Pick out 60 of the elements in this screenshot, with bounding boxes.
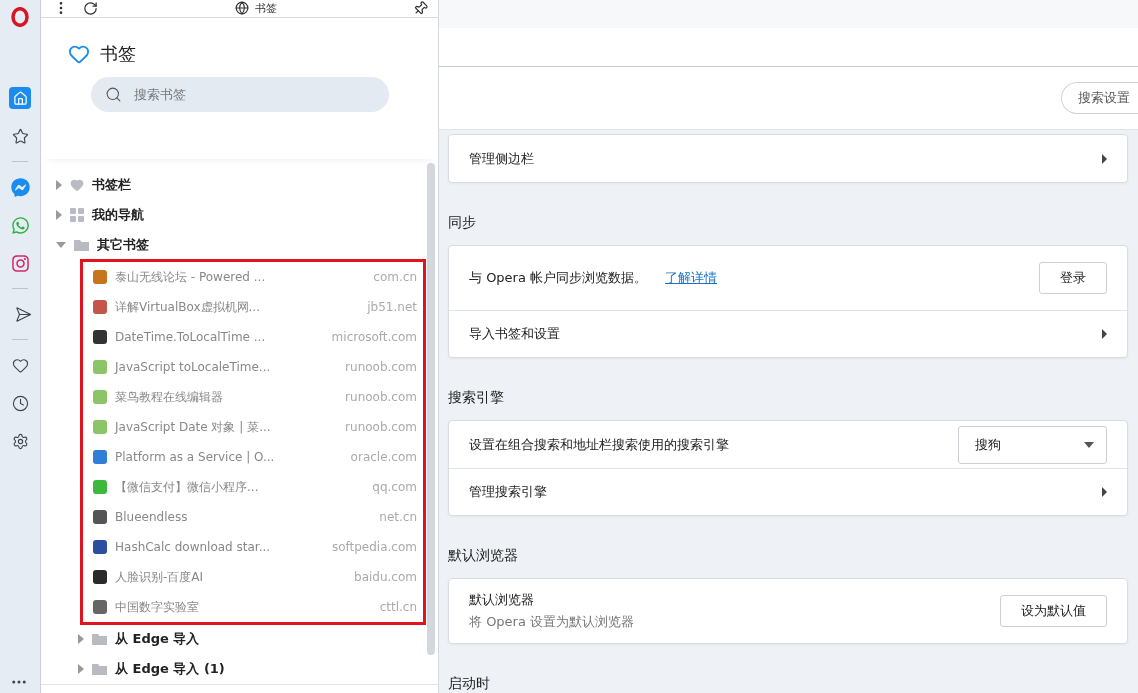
row-label: 设置在组合搜索和地址栏搜索使用的搜索引擎 xyxy=(469,435,730,454)
instagram-icon[interactable] xyxy=(9,252,31,274)
scrollbar[interactable] xyxy=(427,163,435,656)
dropdown-caret-icon xyxy=(1084,441,1094,448)
folder-icon xyxy=(74,239,89,252)
chevron-icon xyxy=(1102,329,1107,339)
heart-icon xyxy=(70,178,84,193)
caret-icon[interactable] xyxy=(56,180,62,191)
learn-more-link[interactable]: 了解详情 xyxy=(665,270,718,285)
row-description: 将 Opera 设置为默认浏览器 xyxy=(469,613,636,631)
pin-icon[interactable] xyxy=(413,0,428,16)
home-icon[interactable] xyxy=(9,87,31,109)
panel-title: 书签 xyxy=(254,0,277,16)
panel-heading: 书签 xyxy=(100,41,136,66)
caret-icon[interactable] xyxy=(56,242,66,249)
bookmark-item[interactable]: 菜鸟教程在线编辑器 runoob.com xyxy=(83,382,423,413)
bookmark-item[interactable]: JavaScript Date 对象 | 菜... runoob.com xyxy=(83,412,423,443)
bookmark-item[interactable]: 详解VirtualBox虚拟机网... jb51.net xyxy=(83,292,423,323)
folder-row[interactable]: 从 Edge 导入 xyxy=(41,624,438,655)
action-button[interactable]: 设为默认值 xyxy=(1000,595,1107,627)
browser-logo-icon[interactable] xyxy=(11,7,29,27)
caret-icon[interactable] xyxy=(56,210,62,221)
row-title: 默认浏览器 xyxy=(469,591,535,609)
bookmark-item[interactable]: HashCalc download star... softpedia.com xyxy=(83,532,423,563)
section-title: 同步 xyxy=(448,213,477,232)
action-button[interactable]: 登录 xyxy=(1039,262,1107,294)
section-title: 搜索引擎 xyxy=(448,388,505,407)
settings-row[interactable]: 管理侧边栏 xyxy=(449,135,1127,182)
bookmark-item[interactable]: 【微信支付】微信小程序... qq.com xyxy=(83,472,423,503)
folder-icon xyxy=(92,633,107,646)
search-settings-button[interactable]: 搜索设置 xyxy=(1061,82,1138,114)
chevron-icon xyxy=(1102,487,1107,497)
folder-row[interactable]: 我的导航 xyxy=(41,200,438,231)
section-title: 启动时 xyxy=(448,674,491,693)
messenger-icon[interactable] xyxy=(9,176,31,198)
search-icon xyxy=(105,86,122,103)
chevron-icon xyxy=(1102,153,1107,164)
folder-icon xyxy=(92,663,107,676)
folder-row[interactable]: 书签栏 xyxy=(41,170,438,201)
bookmark-item[interactable]: 泰山无线论坛 - Powered ... com.cn xyxy=(83,262,423,293)
caret-icon[interactable] xyxy=(78,664,84,675)
settings-row[interactable]: 导入书签和设置 xyxy=(449,310,1127,357)
bookmark-item[interactable]: 人脸识别-百度AI baidu.com xyxy=(83,562,423,593)
globe-icon xyxy=(234,1,249,16)
bookmark-item[interactable]: 中国数字实验室 cttl.cn xyxy=(83,592,423,623)
folder-row[interactable]: 从 Edge 导入 (1) xyxy=(41,654,438,685)
section-title: 默认浏览器 xyxy=(448,546,519,565)
whatsapp-icon[interactable] xyxy=(9,214,31,236)
bookmark-item[interactable]: JavaScript toLocaleTime... runoob.com xyxy=(83,352,423,383)
bookmark-item[interactable]: DateTime.ToLocalTime ... microsoft.com xyxy=(83,322,423,353)
caret-icon[interactable] xyxy=(78,634,84,645)
search-engine-dropdown[interactable]: 搜狗 xyxy=(958,425,1107,464)
folder-row[interactable]: 其它书签 xyxy=(41,230,438,261)
grid-icon xyxy=(70,208,84,223)
bookmark-item[interactable]: Platform as a Service | O... oracle.com xyxy=(83,442,423,473)
bookmark-item[interactable]: Blueendless net.cn xyxy=(83,502,423,533)
row-text: 与 Opera 帐户同步浏览数据。 xyxy=(469,270,648,285)
search-field[interactable]: 搜索书签 xyxy=(91,77,389,112)
settings-row[interactable]: 管理搜索引擎 xyxy=(449,468,1127,515)
reload-icon[interactable] xyxy=(83,0,98,16)
